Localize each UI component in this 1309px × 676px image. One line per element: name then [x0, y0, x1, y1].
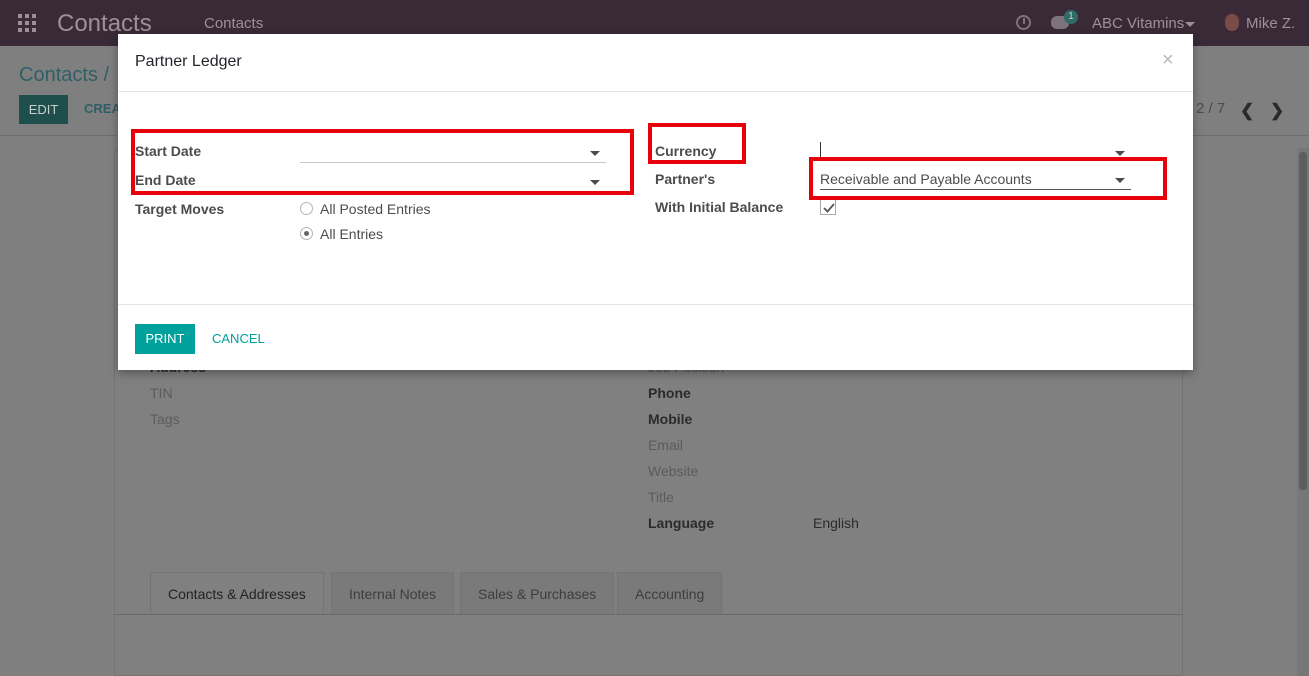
- company-switcher[interactable]: ABC Vitamins: [1092, 15, 1184, 32]
- initial-balance-label: With Initial Balance: [655, 199, 784, 215]
- initial-balance-checkbox[interactable]: [820, 199, 836, 215]
- email-label: Email: [648, 437, 684, 453]
- all-posted-entries-label[interactable]: All Posted Entries: [320, 201, 431, 217]
- partners-label: Partner's: [655, 171, 716, 187]
- caret-down-icon[interactable]: [1115, 151, 1125, 156]
- checkmark-icon: [823, 203, 835, 213]
- edit-button[interactable]: EDIT: [19, 95, 68, 124]
- radio-all-entries[interactable]: [300, 227, 313, 240]
- tags-label: Tags: [150, 411, 180, 427]
- menu-item-contacts[interactable]: Contacts: [204, 15, 263, 32]
- text-cursor: [820, 142, 821, 158]
- cancel-button[interactable]: CANCEL: [212, 331, 265, 346]
- phone-label: Phone: [648, 385, 691, 401]
- dialog-header: Partner Ledger ×: [118, 34, 1193, 92]
- close-icon[interactable]: ×: [1162, 49, 1174, 72]
- scrollbar-thumb[interactable]: [1299, 152, 1307, 490]
- mobile-label: Mobile: [648, 411, 693, 427]
- messages-badge: 1: [1064, 10, 1078, 24]
- highlight-box-dates: [131, 129, 634, 195]
- user-avatar[interactable]: [1225, 14, 1239, 31]
- user-menu[interactable]: Mike Z.: [1246, 15, 1295, 32]
- print-button[interactable]: PRINT: [135, 324, 195, 354]
- tin-label: TIN: [150, 385, 173, 401]
- dialog-title: Partner Ledger: [135, 53, 242, 70]
- language-label: Language: [648, 515, 715, 531]
- target-moves-label: Target Moves: [135, 201, 225, 217]
- tabs-divider: [114, 614, 1183, 615]
- highlight-box-currency: [648, 123, 746, 164]
- dialog-footer: PRINT CANCEL: [118, 304, 1193, 370]
- chevron-left-icon[interactable]: ❮: [1240, 101, 1254, 121]
- activity-clock-icon[interactable]: [1016, 15, 1031, 30]
- chevron-right-icon[interactable]: ❯: [1270, 101, 1284, 121]
- title-label: Title: [648, 489, 674, 505]
- all-entries-label[interactable]: All Entries: [320, 226, 383, 242]
- tab-contacts-addresses[interactable]: Contacts & Addresses: [150, 572, 324, 615]
- partner-ledger-dialog: Partner Ledger × Start Date End Date Tar…: [118, 34, 1193, 370]
- chevron-down-icon[interactable]: [1185, 22, 1195, 27]
- language-value[interactable]: English: [813, 515, 859, 531]
- tab-internal-notes[interactable]: Internal Notes: [331, 572, 455, 614]
- tab-accounting[interactable]: Accounting: [617, 572, 723, 614]
- breadcrumb[interactable]: Contacts /: [19, 64, 109, 87]
- tab-sales-purchases[interactable]: Sales & Purchases: [460, 572, 615, 614]
- website-label: Website: [648, 463, 699, 479]
- pager-counter: 2 / 7: [1196, 100, 1226, 117]
- create-button[interactable]: CREA: [84, 101, 121, 116]
- highlight-box-partners: [809, 157, 1167, 200]
- radio-all-posted-entries[interactable]: [300, 202, 313, 215]
- apps-grid-icon[interactable]: [18, 14, 38, 32]
